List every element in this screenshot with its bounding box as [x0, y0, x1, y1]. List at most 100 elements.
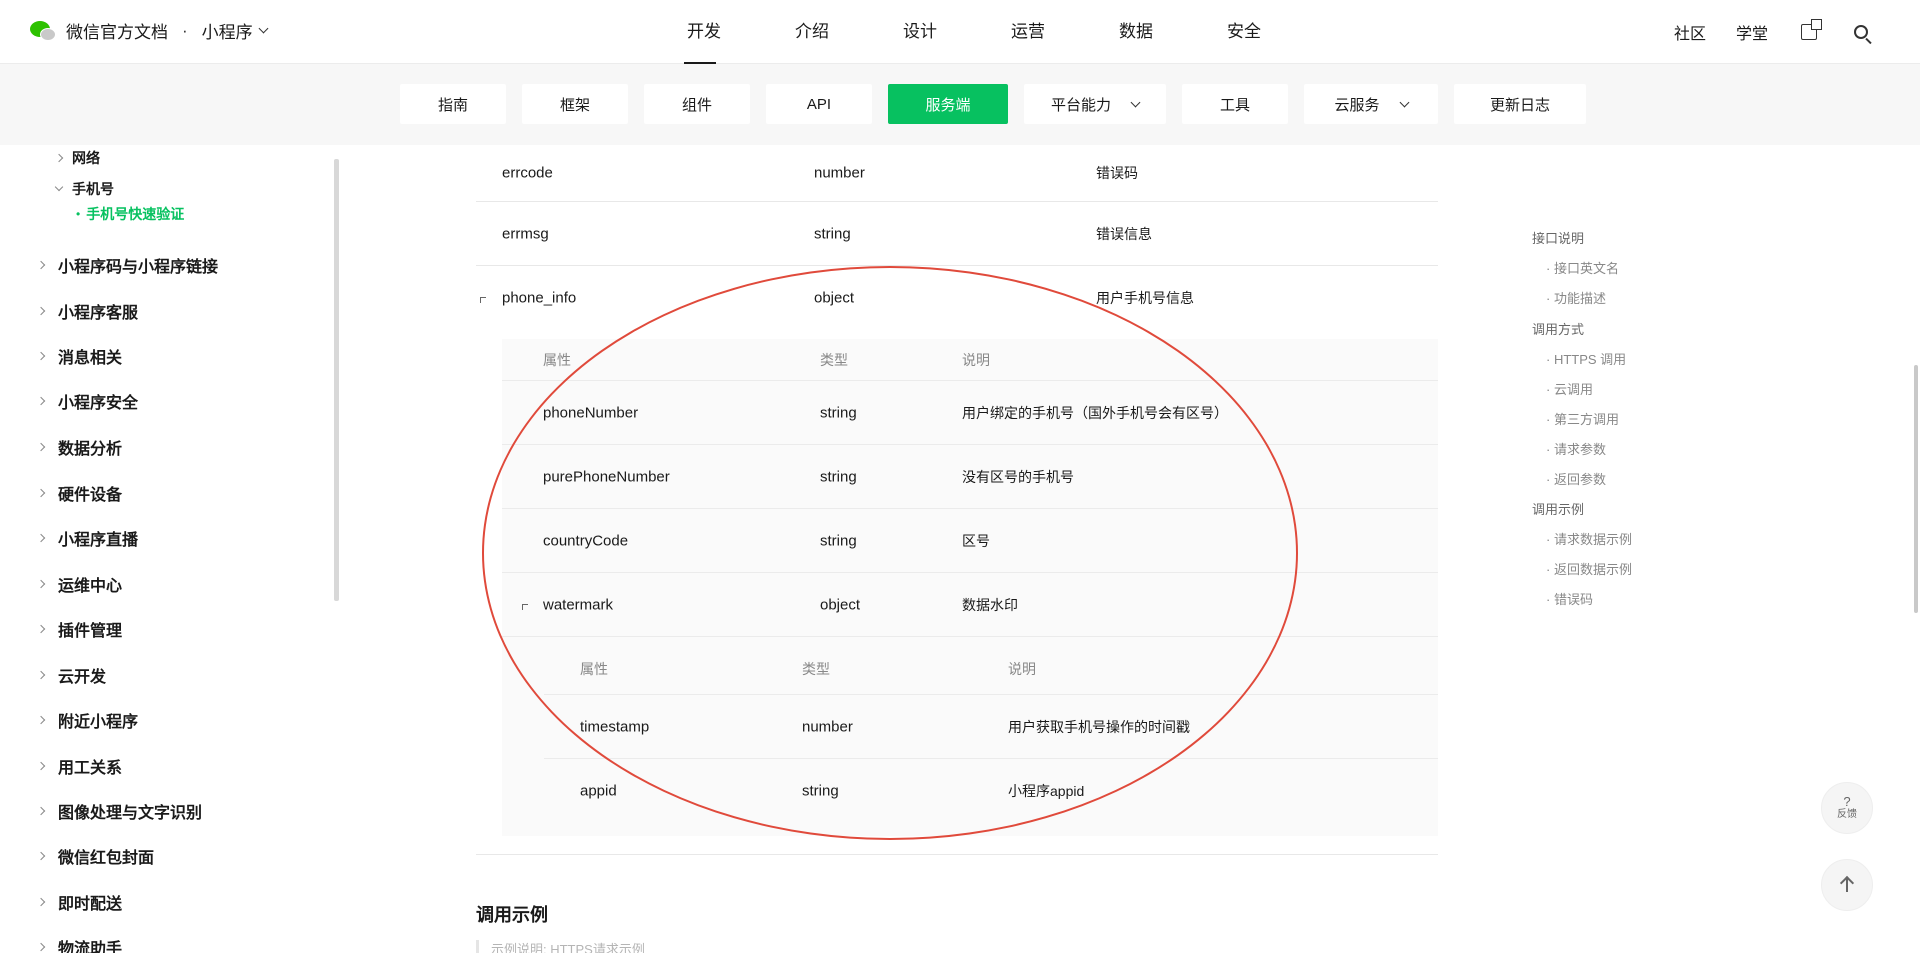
chevron-right-icon — [36, 442, 46, 452]
tab-tools[interactable]: 工具 — [1182, 84, 1288, 124]
collapse-icon[interactable] — [480, 297, 486, 303]
sidebar-scrollbar[interactable] — [334, 159, 339, 601]
example-hint: 示例说明: HTTPS请求示例 — [476, 940, 645, 953]
param-desc: 用户手机号信息 — [1096, 290, 1194, 306]
toc-item[interactable]: · HTTPS 调用 — [1546, 349, 1626, 368]
toc-item[interactable]: · 功能描述 — [1546, 288, 1606, 307]
toc-item[interactable]: 调用方式 — [1532, 319, 1584, 338]
table-row-expandable[interactable]: phone_info object 用户手机号信息 — [476, 266, 1438, 330]
sidebar-item-label: 运维中心 — [58, 578, 123, 595]
feedback-button[interactable]: ? 反馈 — [1821, 782, 1873, 834]
sidebar-item-label: 小程序客服 — [58, 305, 139, 322]
param-desc: 数据水印 — [962, 596, 1018, 613]
toc-item[interactable]: 接口说明 — [1532, 228, 1584, 247]
param-type: object — [814, 289, 855, 307]
brand[interactable]: 微信官方文档 · 小程序 — [30, 18, 269, 43]
table-row: timestamp number 用户获取手机号操作的时间戳 — [544, 695, 1438, 759]
toc-item-label: 功能描述 — [1553, 291, 1606, 306]
param-name: errmsg — [502, 225, 549, 242]
toc-item[interactable]: 调用示例 — [1532, 499, 1584, 518]
top-navigation-bar: 微信官方文档 · 小程序 开发 介绍 设计 运营 数据 安全 社区 学堂 — [0, 0, 1920, 64]
tab-label: 组件 — [681, 96, 712, 114]
nav-item-data[interactable]: 数据 — [1082, 0, 1190, 64]
chevron-down-icon — [54, 182, 64, 192]
sidebar-item[interactable]: 数据分析 — [36, 435, 122, 459]
toc-item-label: 请求数据示例 — [1553, 532, 1632, 547]
sidebar-item[interactable]: 小程序直播 — [36, 526, 139, 550]
sidebar-item[interactable]: 即时配送 — [36, 890, 122, 914]
toc-item[interactable]: · 接口英文名 — [1546, 258, 1619, 277]
sidebar-item[interactable]: 云开发 — [36, 663, 106, 687]
sidebar-item[interactable]: 附近小程序 — [36, 708, 138, 732]
param-name: countryCode — [543, 532, 629, 549]
chevron-right-icon — [36, 488, 46, 498]
sidebar-item[interactable]: 运维中心 — [36, 572, 123, 596]
toc-item[interactable]: · 第三方调用 — [1546, 409, 1619, 428]
toc-item-label: 第三方调用 — [1553, 412, 1619, 427]
tab-server[interactable]: 服务端 — [888, 84, 1008, 124]
toc-item[interactable]: · 云调用 — [1546, 379, 1593, 398]
table-row: errmsg string 错误信息 — [476, 202, 1438, 266]
sidebar-item-label: 用工关系 — [58, 760, 123, 777]
sidebar-item[interactable]: 物流助手 — [36, 935, 122, 953]
language-icon — [1801, 19, 1822, 40]
param-desc: 错误码 — [1096, 165, 1138, 181]
param-type: number — [814, 164, 865, 182]
tab-framework[interactable]: 框架 — [522, 84, 628, 124]
sidebar-item[interactable]: 小程序客服 — [36, 299, 139, 323]
param-type: string — [814, 225, 851, 242]
chevron-right-icon — [36, 715, 46, 725]
nav-item-security[interactable]: 安全 — [1190, 0, 1298, 64]
sidebar-item-label: 消息相关 — [58, 350, 123, 367]
sidebar-item-phone-quick-verify[interactable]: • 手机号快速验证 — [76, 204, 184, 224]
toc-item[interactable]: · 错误码 — [1546, 589, 1593, 608]
tab-changelog[interactable]: 更新日志 — [1454, 84, 1586, 124]
table-row-expandable[interactable]: watermark object 数据水印 — [502, 573, 1438, 637]
sidebar-item-label: 硬件设备 — [58, 487, 123, 504]
sidebar-item-phone[interactable]: 手机号 — [54, 179, 114, 199]
sidebar-item-network[interactable]: 网络 — [54, 148, 100, 168]
sidebar-item[interactable]: 图像处理与文字识别 — [36, 799, 202, 823]
product-label[interactable]: 小程序 — [202, 18, 253, 43]
toc-item-label: 错误码 — [1553, 592, 1593, 607]
academy-link[interactable]: 学堂 — [1736, 20, 1768, 44]
collapse-icon[interactable] — [522, 603, 528, 610]
chevron-right-icon — [36, 579, 46, 589]
nav-item-intro[interactable]: 介绍 — [758, 0, 866, 64]
page-scrollbar[interactable] — [1914, 365, 1918, 613]
community-link[interactable]: 社区 — [1674, 20, 1706, 44]
sidebar-item[interactable]: 小程序安全 — [36, 389, 138, 413]
toc-item[interactable]: · 返回数据示例 — [1546, 559, 1632, 578]
tab-platform-capabilities[interactable]: 平台能力 — [1024, 84, 1166, 124]
nav-item-design[interactable]: 设计 — [866, 0, 974, 64]
back-to-top-button[interactable] — [1821, 859, 1873, 911]
language-switch-button[interactable] — [1798, 19, 1822, 43]
toc-item[interactable]: · 请求数据示例 — [1546, 529, 1632, 548]
tab-components[interactable]: 组件 — [644, 84, 750, 124]
param-type: string — [820, 532, 857, 549]
header-desc: 说明 — [1008, 661, 1036, 677]
brand-title[interactable]: 微信官方文档 — [66, 18, 168, 43]
sidebar-item[interactable]: 微信红包封面 — [36, 844, 154, 868]
tab-api[interactable]: API — [766, 84, 872, 124]
tab-label: API — [806, 95, 832, 113]
search-icon — [1854, 25, 1868, 39]
sidebar-item[interactable]: 插件管理 — [36, 617, 122, 641]
sidebar-item-label: 小程序直播 — [58, 532, 139, 549]
product-switcher[interactable]: 小程序 — [202, 18, 269, 43]
tab-cloud-services[interactable]: 云服务 — [1304, 84, 1438, 124]
chevron-right-icon — [36, 306, 46, 316]
nav-item-operations[interactable]: 运营 — [974, 0, 1082, 64]
chevron-right-icon — [36, 897, 46, 907]
toc-item[interactable]: · 返回参数 — [1546, 469, 1606, 488]
sidebar-item-label: 手机号快速验证 — [86, 206, 185, 222]
sidebar-item[interactable]: 小程序码与小程序链接 — [36, 253, 218, 277]
tab-guide[interactable]: 指南 — [400, 84, 506, 124]
sidebar-item[interactable]: 硬件设备 — [36, 481, 123, 505]
search-button[interactable] — [1850, 21, 1872, 43]
param-name: purePhoneNumber — [543, 468, 670, 485]
sidebar-item[interactable]: 用工关系 — [36, 754, 123, 778]
nav-item-develop[interactable]: 开发 — [650, 0, 758, 64]
toc-item[interactable]: · 请求参数 — [1546, 439, 1606, 458]
sidebar-item[interactable]: 消息相关 — [36, 344, 123, 368]
